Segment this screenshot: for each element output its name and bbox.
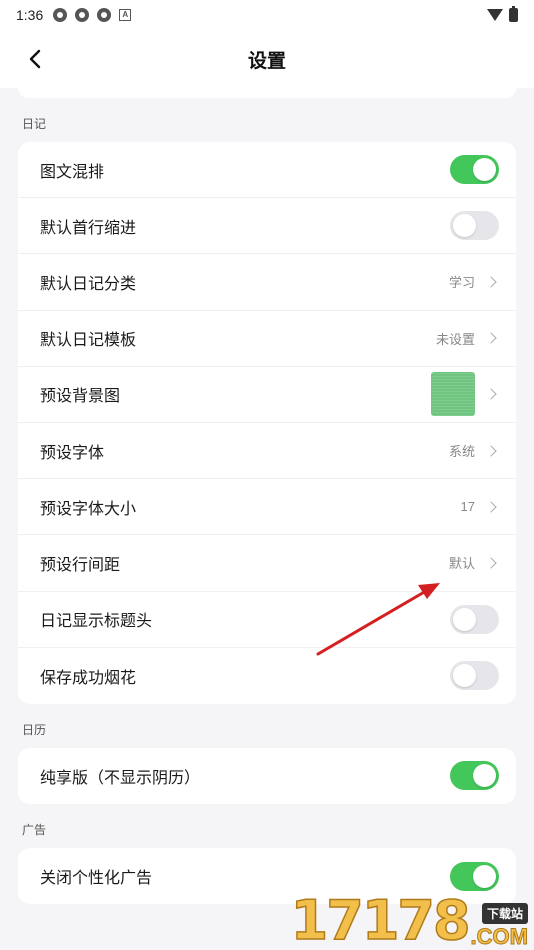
- toggle-knob: [453, 214, 476, 238]
- settings-row[interactable]: 预设行间距 默认: [18, 535, 516, 592]
- settings-row[interactable]: 预设字体 系统: [18, 423, 516, 480]
- watermark-digits: 17178: [290, 889, 471, 950]
- chevron-right-icon: [485, 388, 497, 401]
- setting-label: 图文混排: [40, 163, 105, 181]
- battery-icon: [509, 6, 518, 22]
- settings-row[interactable]: 保存成功烟花: [18, 648, 516, 704]
- status-bar: 1:36 A: [0, 0, 534, 30]
- settings-row[interactable]: 纯享版（不显示阴历）: [18, 748, 516, 804]
- status-time: 1:36: [16, 7, 44, 23]
- toggle-switch[interactable]: [450, 861, 499, 891]
- toggle-knob: [473, 864, 496, 888]
- chevron-right-icon: [485, 276, 497, 288]
- settings-row[interactable]: 预设背景图: [18, 367, 516, 423]
- notification-icon: [53, 8, 68, 22]
- watermark-badge: 下载站: [481, 903, 528, 924]
- setting-label: 预设字体: [40, 444, 105, 462]
- setting-value: 17: [460, 499, 475, 515]
- setting-label: 预设字体大小: [40, 500, 137, 518]
- background-thumbnail: [431, 372, 475, 417]
- a-icon: A: [119, 9, 132, 21]
- toggle-switch[interactable]: [450, 661, 499, 691]
- setting-value: 学习: [448, 275, 475, 291]
- setting-label: 预设背景图: [40, 388, 121, 406]
- toggle-knob: [453, 607, 476, 631]
- toggle-knob: [473, 158, 496, 182]
- toggle-knob: [473, 764, 496, 788]
- settings-row[interactable]: 图文混排: [18, 142, 516, 199]
- chevron-right-icon: [485, 444, 497, 457]
- setting-label: 纯享版（不显示阴历）: [40, 769, 201, 787]
- chevron-right-icon: [485, 501, 497, 513]
- setting-label: 默认日记模板: [40, 332, 137, 350]
- page-title: 设置: [247, 50, 286, 72]
- settings-row[interactable]: 默认日记模板 未设置: [18, 311, 516, 367]
- chevron-right-icon: [485, 332, 497, 344]
- notification-icon: [75, 8, 90, 22]
- settings-card: 纯享版（不显示阴历）: [18, 747, 516, 805]
- setting-label: 预设行间距: [40, 556, 121, 574]
- section-label: 日记: [22, 117, 47, 131]
- toggle-knob: [453, 664, 476, 688]
- section-label: 广告: [22, 823, 47, 838]
- section-label: 日历: [22, 722, 47, 737]
- wifi-icon: [487, 9, 503, 21]
- setting-label: 保存成功烟花: [40, 669, 137, 687]
- settings-row[interactable]: 默认首行缩进: [18, 198, 516, 255]
- chevron-right-icon: [485, 557, 497, 569]
- toggle-switch[interactable]: [450, 761, 499, 791]
- setting-value: 未设置: [435, 331, 475, 347]
- toggle-switch[interactable]: [450, 155, 499, 185]
- app-header: 设置: [0, 30, 534, 88]
- setting-label: 日记显示标题头: [40, 613, 153, 631]
- notification-icon: [97, 8, 112, 22]
- settings-row[interactable]: 日记显示标题头: [18, 592, 516, 648]
- back-arrow-icon[interactable]: [26, 48, 46, 70]
- watermark-suffix: .COM: [470, 924, 528, 949]
- watermark-logo: 17178 下载站 .COM: [290, 889, 529, 950]
- settings-card: 图文混排 默认首行缩进 默认日记分类 学习 默认日记模板 未设置 预设背景图 预设字体 系统 预设…: [18, 142, 516, 704]
- toggle-switch[interactable]: [450, 604, 499, 634]
- setting-label: 默认首行缩进: [40, 219, 137, 237]
- previous-card-bottom: [18, 88, 516, 98]
- setting-label: 关闭个性化广告: [40, 870, 153, 888]
- setting-label: 默认日记分类: [40, 275, 137, 293]
- toggle-switch[interactable]: [450, 211, 499, 241]
- setting-value: 默认: [448, 556, 475, 572]
- settings-row[interactable]: 预设字体大小 17: [18, 479, 516, 536]
- settings-row[interactable]: 默认日记分类 学习: [18, 254, 516, 311]
- setting-value: 系统: [448, 444, 475, 460]
- settings-sections: 日记图文混排默认首行缩进 默认日记分类 学习默认日记模板 未设置预设背景图预设字体 系统…: [0, 98, 534, 905]
